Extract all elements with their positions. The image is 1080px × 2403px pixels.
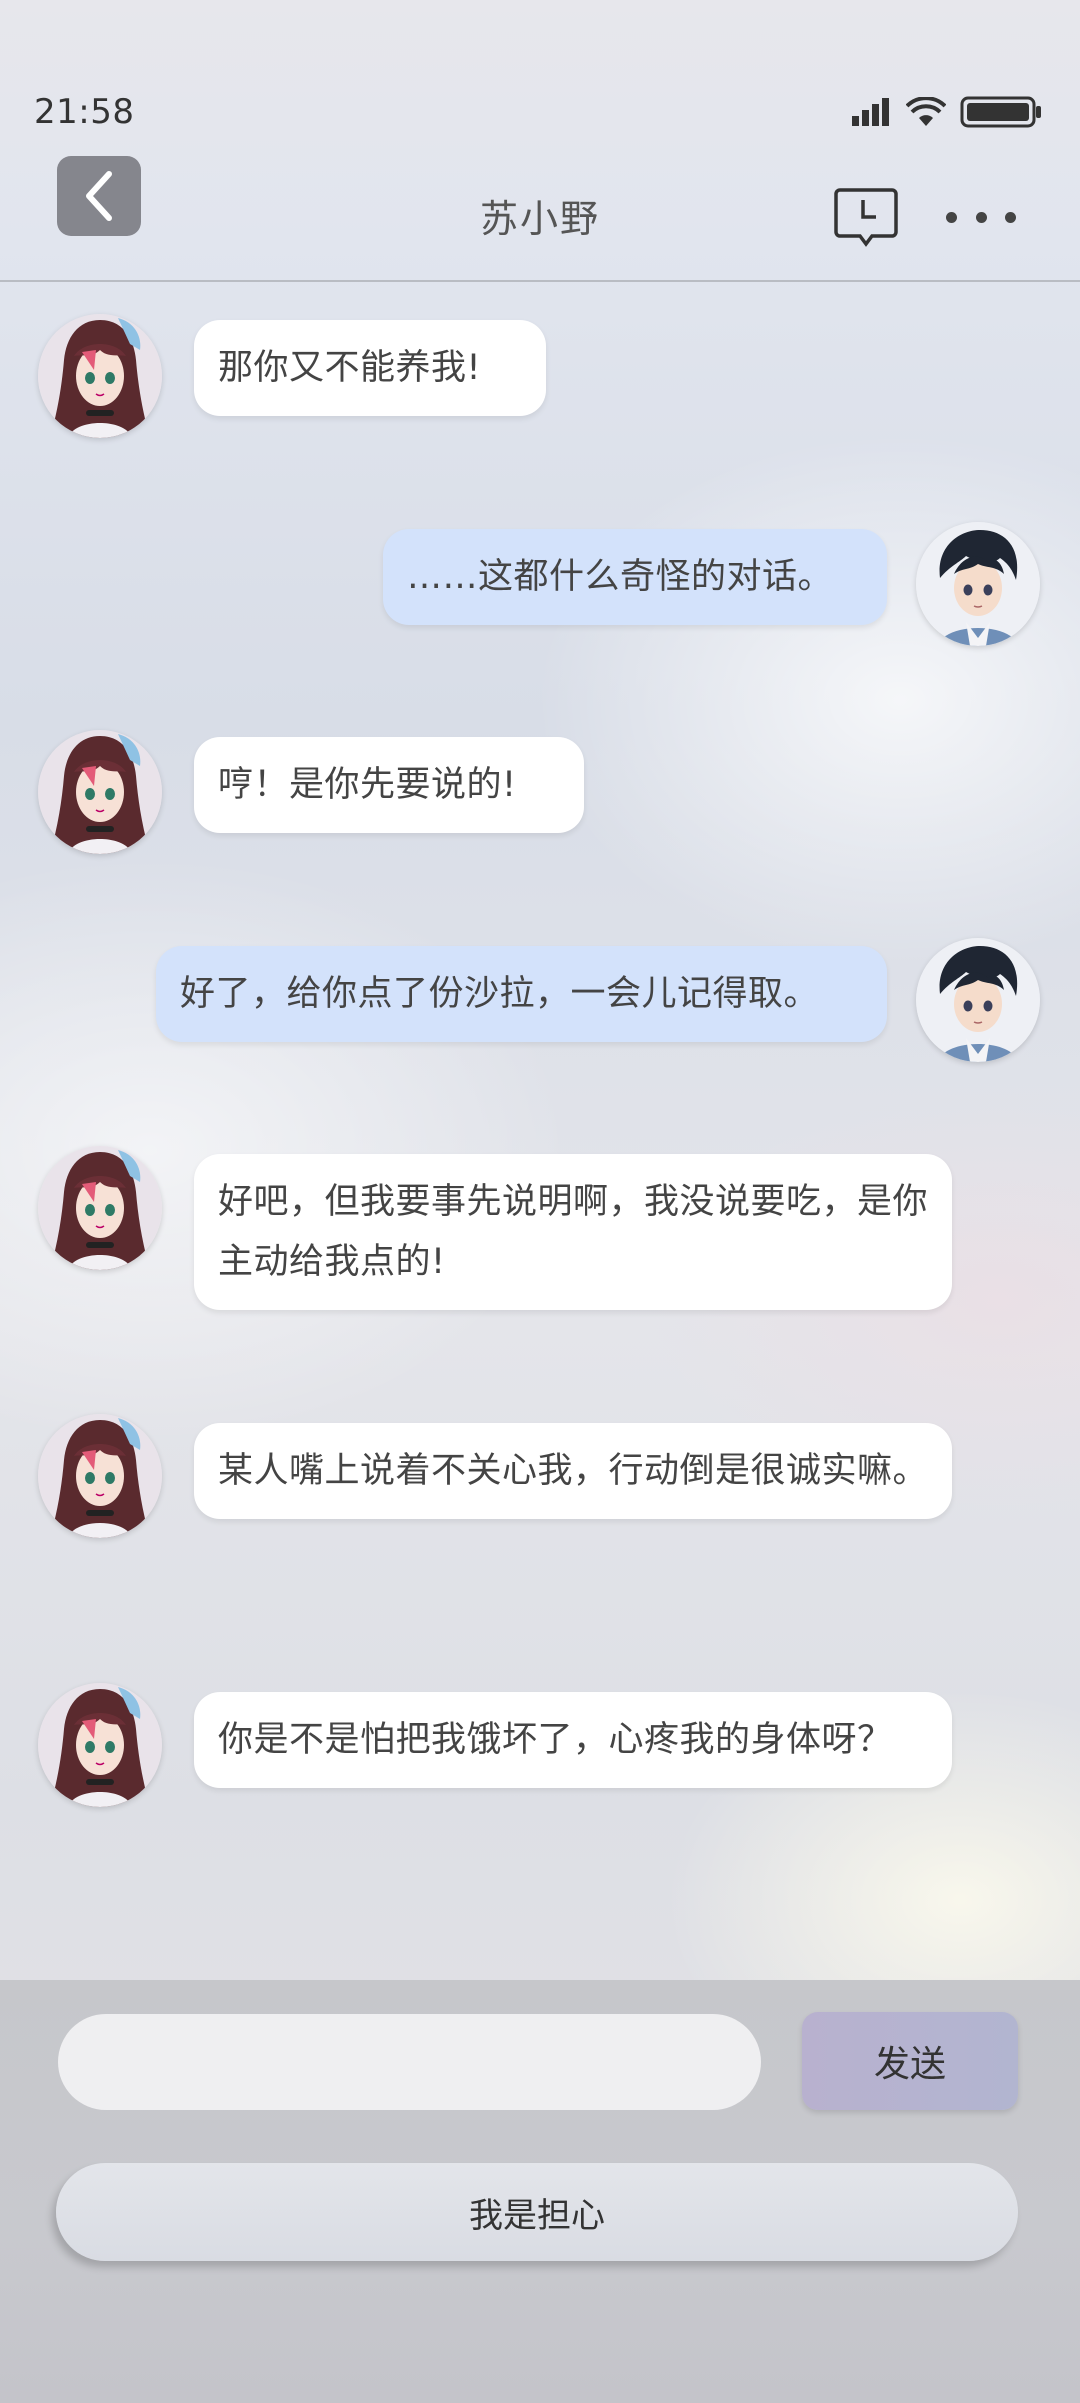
message-bubble-received: 你是不是怕把我饿坏了，心疼我的身体呀？	[194, 1692, 952, 1788]
wifi-icon	[906, 97, 946, 126]
page-title: 苏小野	[479, 197, 600, 241]
header-divider	[0, 280, 1080, 282]
message-bubble-received: 哼！是你先要说的!	[194, 737, 584, 833]
more-button[interactable]	[946, 202, 1016, 232]
message-bubble-received: 那你又不能养我!	[194, 320, 546, 416]
contact-avatar[interactable]	[38, 1683, 162, 1807]
clock-message-icon	[834, 188, 898, 247]
more-dots-icon	[1005, 211, 1016, 223]
user-avatar[interactable]	[916, 938, 1040, 1062]
message-bubble-sent: ……这都什么奇怪的对话。	[383, 529, 887, 625]
contact-avatar[interactable]	[38, 1146, 162, 1270]
more-dots-icon	[975, 211, 987, 223]
status-icons	[852, 96, 1042, 128]
history-button[interactable]	[834, 186, 898, 250]
composer-panel: 发送 我是担心	[0, 1980, 1080, 2403]
send-button[interactable]: 发送	[802, 2012, 1018, 2110]
user-avatar[interactable]	[916, 522, 1040, 646]
status-time: 21:58	[34, 92, 135, 132]
message-bubble-received: 某人嘴上说着不关心我，行动倒是很诚实嘛。	[194, 1423, 952, 1519]
battery-icon	[960, 96, 1041, 128]
contact-avatar[interactable]	[38, 314, 162, 438]
message-bubble-received: 好吧，但我要事先说明啊，我没说要吃，是你主动给我点的!	[194, 1154, 952, 1310]
quick-reply-button[interactable]: 我是担心	[56, 2163, 1018, 2261]
message-bubble-sent: 好了，给你点了份沙拉，一会儿记得取。	[156, 946, 887, 1042]
contact-avatar[interactable]	[38, 1414, 162, 1538]
more-dots-icon	[946, 211, 957, 223]
message-input[interactable]	[58, 2014, 761, 2110]
contact-avatar[interactable]	[38, 730, 162, 854]
signal-icon	[852, 98, 889, 126]
chat-header: 苏小野	[0, 150, 1080, 282]
